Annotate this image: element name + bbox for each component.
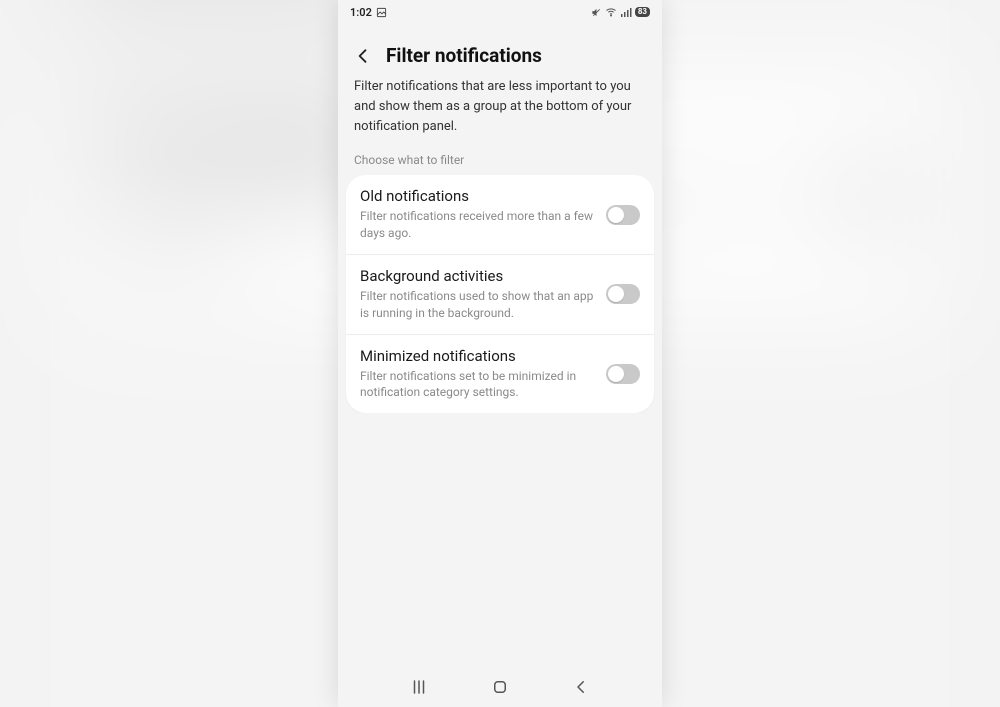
option-text: Minimized notifications Filter notificat…	[360, 347, 596, 402]
toggle-switch[interactable]	[606, 284, 640, 304]
option-minimized-notifications[interactable]: Minimized notifications Filter notificat…	[346, 334, 654, 414]
status-bar: 1:02 83	[338, 0, 662, 24]
option-subtitle: Filter notifications used to show that a…	[360, 288, 596, 322]
option-background-activities[interactable]: Background activities Filter notificatio…	[346, 254, 654, 334]
status-time: 1:02	[350, 6, 372, 19]
page-header: Filter notifications	[338, 24, 662, 77]
section-label: Choose what to filter	[338, 151, 662, 175]
toggle-switch[interactable]	[606, 364, 640, 384]
option-subtitle: Filter notifications received more than …	[360, 208, 596, 242]
page-description: Filter notifications that are less impor…	[338, 77, 662, 151]
back-button[interactable]	[352, 45, 374, 67]
option-title: Old notifications	[360, 187, 596, 205]
option-subtitle: Filter notifications set to be minimized…	[360, 368, 596, 402]
home-button[interactable]	[486, 673, 514, 701]
wifi-icon	[605, 6, 617, 18]
recents-icon	[410, 678, 428, 696]
option-title: Minimized notifications	[360, 347, 596, 365]
option-title: Background activities	[360, 267, 596, 285]
signal-icon	[620, 6, 632, 18]
empty-space	[338, 413, 662, 667]
back-icon	[572, 678, 590, 696]
option-text: Background activities Filter notificatio…	[360, 267, 596, 322]
option-text: Old notifications Filter notifications r…	[360, 187, 596, 242]
image-icon	[376, 7, 387, 18]
battery-indicator: 83	[635, 7, 650, 17]
option-old-notifications[interactable]: Old notifications Filter notifications r…	[346, 175, 654, 254]
recents-button[interactable]	[405, 673, 433, 701]
home-icon	[491, 678, 509, 696]
toggle-switch[interactable]	[606, 205, 640, 225]
page-title: Filter notifications	[386, 44, 542, 67]
mute-icon	[591, 7, 602, 18]
back-nav-button[interactable]	[567, 673, 595, 701]
android-nav-bar	[338, 667, 662, 707]
phone-screen: 1:02 83 Filter notifications Filter noti…	[338, 0, 662, 707]
filter-options-card: Old notifications Filter notifications r…	[346, 175, 654, 413]
chevron-left-icon	[353, 46, 373, 66]
